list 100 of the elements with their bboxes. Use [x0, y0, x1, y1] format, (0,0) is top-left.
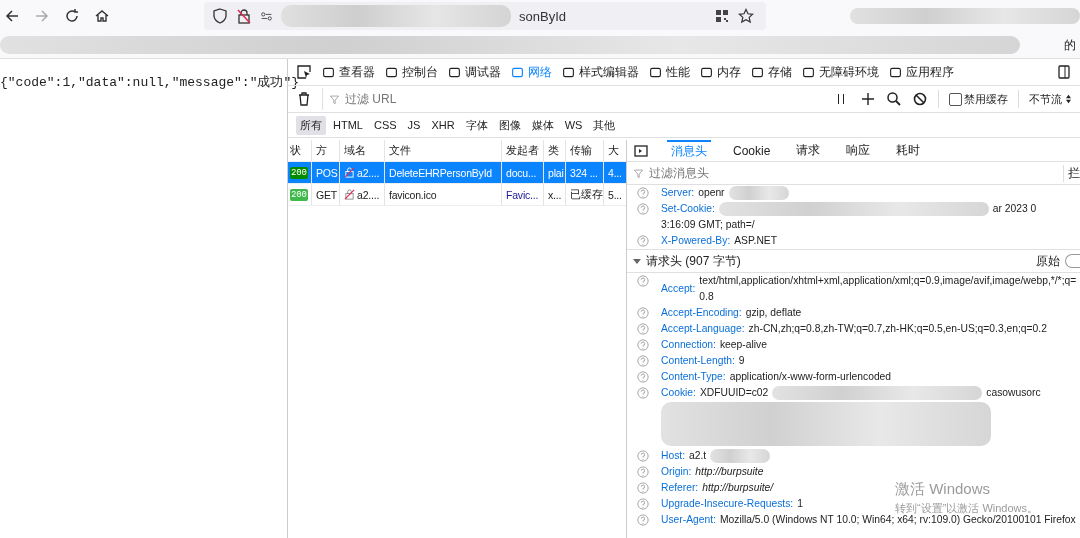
header-filter-field[interactable]: 过滤消息头 — [647, 165, 1063, 181]
column-header[interactable]: 文件 — [385, 140, 502, 161]
qr-code-icon[interactable] — [714, 8, 730, 24]
devtools-tab[interactable]: 性能 — [649, 63, 690, 81]
type-filter-button[interactable]: 所有 — [296, 115, 326, 135]
devtools-tab[interactable]: 网络 — [511, 63, 552, 81]
status-badge: 200 — [290, 166, 308, 179]
type-filter-button[interactable]: HTML — [329, 117, 367, 133]
request-row[interactable]: 200 GET a2.... favicon.ico Favic... x... 已缓存 5... — [288, 184, 626, 206]
insecure-lock-icon[interactable] — [236, 8, 252, 24]
raw-label: 原始 — [1036, 252, 1060, 270]
back-icon[interactable] — [4, 8, 20, 24]
devtools-tab[interactable]: 内存 — [700, 63, 741, 81]
column-header[interactable]: 发起者 — [502, 140, 544, 161]
header-value: openr — [698, 186, 725, 200]
header-name: Referer: — [661, 481, 699, 495]
sidebar-toggle-icon[interactable] — [633, 142, 649, 159]
column-header[interactable]: 类 — [544, 140, 566, 161]
type-filter-button[interactable]: 其他 — [589, 115, 620, 135]
star-icon[interactable] — [738, 8, 754, 24]
throttle-dropdown[interactable]: 不节流 — [1029, 91, 1072, 107]
search-icon[interactable] — [886, 91, 902, 107]
request-row[interactable]: 200 POS a2.... DeleteEHRPersonById docu... plai 324 ... 4... — [288, 162, 626, 184]
devtools-tab[interactable]: 控制台 — [385, 63, 438, 81]
header-name: X-Powered-By: — [661, 234, 731, 248]
disable-cache-label[interactable]: 禁用缓存 — [964, 91, 1008, 107]
plus-icon[interactable] — [860, 91, 876, 107]
type-filter-button[interactable]: WS — [560, 117, 587, 133]
type-filter-button[interactable]: 字体 — [461, 115, 492, 135]
type-filter-button[interactable]: 媒体 — [527, 115, 558, 135]
transferred-cell: 324 ... — [566, 162, 604, 183]
status-badge: 200 — [290, 188, 308, 201]
address-bar[interactable]: sonById — [204, 2, 766, 30]
type-filter-button[interactable]: XHR — [427, 117, 459, 133]
trash-icon[interactable] — [296, 91, 312, 107]
size-cell-text: 5... — [607, 187, 623, 203]
section-title[interactable]: 请求头 (907 字节) — [646, 252, 741, 270]
filter-icon — [329, 93, 340, 105]
expand-triangle-icon[interactable] — [633, 258, 641, 264]
type-filter-button[interactable]: 图像 — [494, 115, 525, 135]
header-value: Mozilla/5.0 (Windows NT 10.0; Win64; x64; rv:109.0) Gecko/20100101 Firefox — [719, 514, 1076, 527]
disable-cache-checkbox[interactable] — [949, 92, 962, 106]
column-header[interactable]: 状 — [288, 140, 312, 161]
details-tab[interactable]: 响应 — [842, 140, 875, 161]
panel-icon — [700, 65, 713, 79]
header-value: 1 — [797, 497, 803, 511]
response-json-text: {"code":1,"data":null,"message":"成功"} — [0, 75, 300, 90]
domain-cell: a2.... — [357, 188, 380, 201]
devtools-tab[interactable]: 样式编辑器 — [562, 63, 639, 81]
shield-icon[interactable] — [212, 8, 228, 24]
header-name: Accept: — [661, 282, 696, 296]
home-icon[interactable] — [94, 8, 110, 24]
header-name: Set-Cookie: — [661, 202, 715, 216]
details-tab[interactable]: Cookie — [729, 140, 775, 161]
header-name: Origin: — [661, 465, 692, 479]
reload-icon[interactable] — [64, 8, 80, 24]
header-value: application/x-www-form-urlencoded — [729, 370, 892, 384]
type-cell: plai — [544, 162, 566, 183]
details-tab[interactable]: 耗时 — [892, 140, 925, 161]
dock-icon[interactable] — [1056, 64, 1072, 80]
insecure-lock-icon — [344, 167, 355, 178]
column-header[interactable]: 传输 — [566, 140, 604, 161]
block-icon[interactable] — [912, 91, 928, 107]
initiator-cell: docu... — [502, 162, 544, 183]
column-header[interactable]: 域名 — [340, 140, 385, 161]
transferred-cell: 已缓存 — [566, 184, 604, 205]
devtools-tab[interactable]: 应用程序 — [889, 63, 954, 81]
header-value: ASP.NET — [734, 234, 777, 248]
header-value: zh-CN,zh;q=0.8,zh-TW;q=0.7,zh-HK;q=0.5,en-US;q=0.3,en;q=0.2 — [748, 322, 1047, 336]
details-tab[interactable]: 消息头 — [667, 140, 711, 161]
header-name: Accept-Language: — [661, 322, 745, 336]
type-filter-button[interactable]: JS — [403, 117, 425, 133]
devtools-tab[interactable]: 查看器 — [322, 63, 375, 81]
panel-icon — [322, 65, 335, 79]
block-button[interactable]: 拦 — [1063, 164, 1080, 182]
column-header[interactable]: 大 — [604, 140, 626, 161]
filter-icon — [633, 167, 644, 179]
column-header[interactable]: 方 — [312, 140, 340, 161]
panel-icon — [562, 65, 575, 79]
devtools-tab[interactable]: 无障碍环境 — [802, 63, 879, 81]
details-tab[interactable]: 请求 — [792, 140, 825, 161]
header-value: gzip, deflate — [745, 306, 802, 320]
header-value: XDFUUID=c02 — [699, 386, 769, 400]
devtools-tab[interactable]: 存储 — [751, 63, 792, 81]
url-filter-field[interactable]: 过滤 URL — [343, 91, 828, 107]
method-cell: GET — [312, 184, 340, 205]
header-name: User-Agent: — [661, 513, 716, 527]
panel-icon — [751, 65, 764, 79]
element-picker-icon[interactable] — [296, 64, 312, 80]
header-value: keep-alive — [719, 338, 767, 352]
method-cell: POS — [312, 162, 340, 183]
type-filter-button[interactable]: CSS — [369, 117, 401, 133]
header-value: http://burpsuite/ — [702, 481, 774, 495]
header-name: Server: — [661, 186, 695, 200]
type-cell: x... — [544, 184, 566, 205]
devtools-tab[interactable]: 调试器 — [448, 63, 501, 81]
bookmark-text[interactable]: 的 — [1064, 36, 1080, 54]
panel-icon — [802, 65, 815, 79]
activation-hint: 转到“设置”以激活 Windows。 — [895, 501, 1038, 515]
header-name: Accept-Encoding: — [661, 306, 742, 320]
